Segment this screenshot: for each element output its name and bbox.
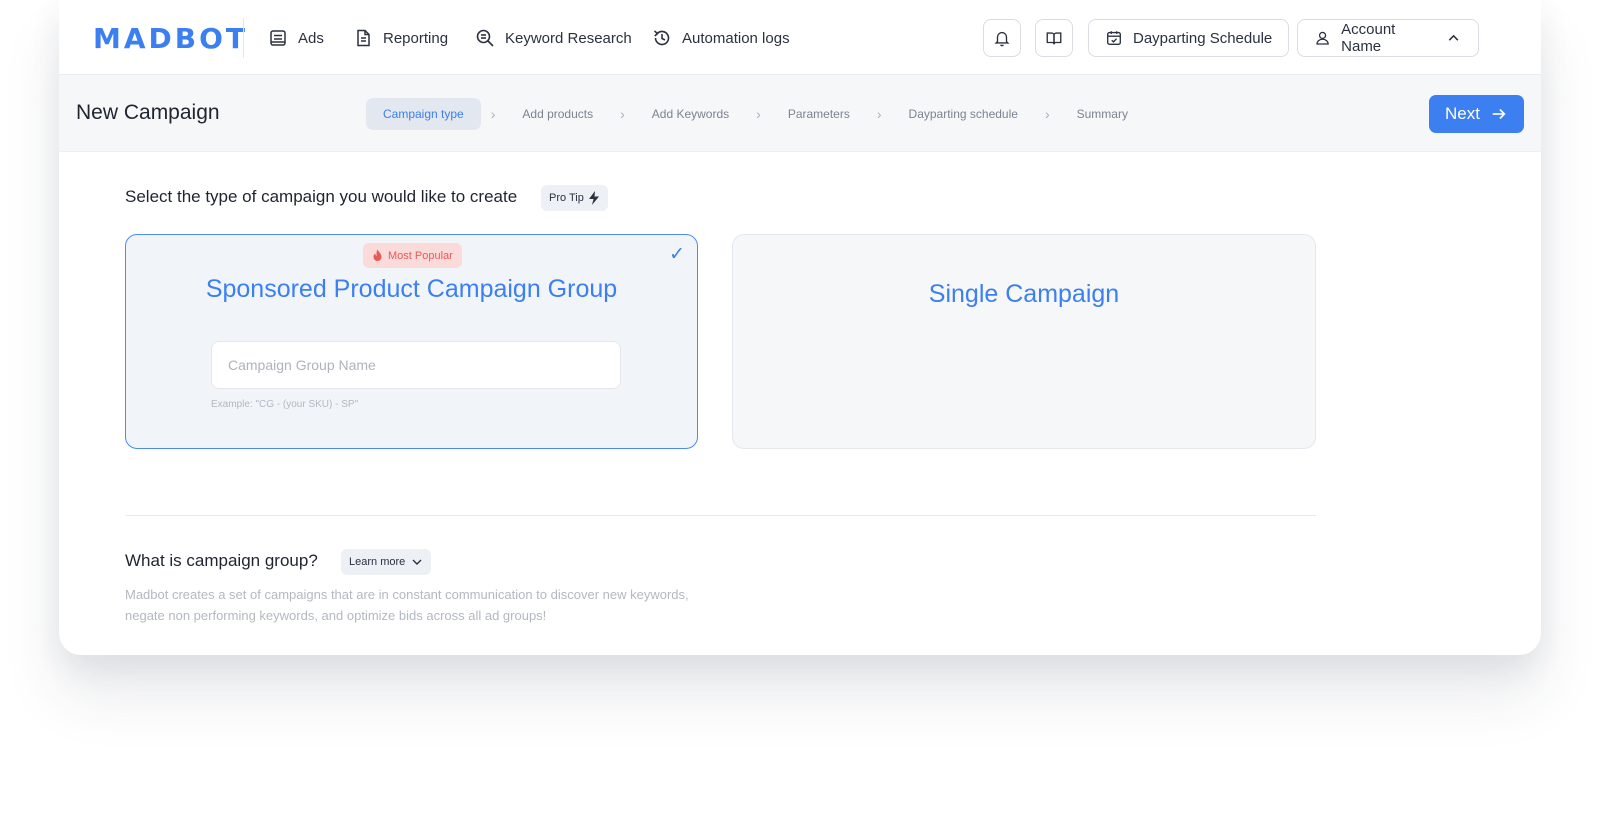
single-campaign-card[interactable]: Single Campaign: [732, 234, 1316, 449]
logo-divider: [243, 18, 244, 58]
nav-item-keyword-research[interactable]: Keyword Research: [475, 25, 632, 51]
dayparting-schedule-button[interactable]: Dayparting Schedule: [1088, 19, 1290, 57]
next-label: Next: [1445, 104, 1480, 123]
account-menu-button[interactable]: Account Name: [1297, 19, 1479, 57]
campaign-group-description: Madbot creates a set of campaigns that a…: [125, 587, 689, 623]
most-popular-badge: Most Popular: [363, 243, 462, 268]
pro-tip-button[interactable]: Pro Tip: [541, 185, 608, 211]
calendar-check-icon: [1107, 31, 1121, 45]
campaign-group-title: Sponsored Product Campaign Group: [205, 275, 618, 303]
step-add-products[interactable]: Add products: [505, 98, 610, 130]
input-example-hint: Example: "CG - (your SKU) - SP": [211, 399, 359, 410]
learn-more-label: Learn more: [349, 556, 406, 568]
document-icon: [357, 29, 370, 47]
nav-item-reporting[interactable]: Reporting: [353, 25, 448, 51]
selected-check-icon: ✓: [669, 244, 685, 265]
arrow-right-icon: [1492, 108, 1506, 120]
history-icon: [653, 30, 670, 46]
nav-label-ads: Ads: [298, 29, 324, 47]
chevron-right-icon: ›: [756, 106, 761, 122]
chevron-right-icon: ›: [876, 106, 882, 122]
nav-item-ads[interactable]: Ads: [268, 25, 324, 51]
page-title: New Campaign: [76, 101, 220, 124]
fire-icon: [373, 249, 382, 261]
section-divider: [125, 515, 1316, 516]
nav-label-reporting: Reporting: [383, 29, 449, 47]
campaign-wizard-header: New Campaign Campaign type › Add product…: [59, 75, 1541, 152]
madbot-logo[interactable]: MADBOT: [93, 22, 248, 55]
logo-text: MADBOT: [93, 22, 249, 55]
next-button[interactable]: Next: [1429, 95, 1524, 133]
step-dayparting-schedule[interactable]: Dayparting schedule: [892, 98, 1035, 130]
ads-icon: [270, 30, 286, 46]
campaign-type-question: Select the type of campaign you would li…: [125, 187, 518, 206]
campaign-group-explainer-title: What is campaign group?: [125, 551, 318, 570]
chevron-right-icon: ›: [490, 106, 496, 122]
book-icon: [1046, 32, 1062, 45]
dayparting-label: Dayparting Schedule: [1133, 29, 1273, 47]
learn-more-button[interactable]: Learn more: [341, 549, 432, 575]
step-add-keywords[interactable]: Add Keywords: [635, 98, 746, 130]
docs-button[interactable]: [1035, 19, 1073, 57]
search-icon: [476, 29, 494, 47]
step-parameters[interactable]: Parameters: [771, 98, 867, 130]
campaign-group-card[interactable]: Most Popular ✓ Sponsored Product Campaig…: [125, 234, 698, 449]
account-name-label: Account Name: [1341, 21, 1396, 55]
nav-label-automation-logs: Automation logs: [682, 29, 790, 47]
nav-item-automation-logs[interactable]: Automation logs: [652, 25, 790, 51]
top-navbar: MADBOT Ads Reporting Keyword Research Au…: [59, 0, 1541, 75]
step-summary[interactable]: Summary: [1060, 98, 1145, 130]
notifications-button[interactable]: [983, 19, 1021, 57]
user-icon: [1316, 31, 1329, 45]
app-window: MADBOT Ads Reporting Keyword Research Au…: [59, 0, 1541, 655]
wizard-stepper: Campaign type › Add products › Add Keywo…: [366, 98, 1145, 130]
bell-icon: [994, 31, 1010, 47]
pro-tip-label: Pro Tip: [549, 192, 584, 204]
campaign-group-name-input[interactable]: [211, 341, 621, 389]
step-campaign-type[interactable]: Campaign type: [366, 98, 481, 130]
chevron-up-icon: [1448, 34, 1459, 41]
chevron-right-icon: ›: [1044, 106, 1050, 122]
chevron-down-icon: [412, 559, 422, 565]
badge-label: Most Popular: [388, 249, 453, 262]
lightning-icon: [588, 191, 599, 205]
nav-label-keyword-research: Keyword Research: [505, 29, 632, 47]
single-campaign-title: Single Campaign: [928, 280, 1120, 308]
chevron-right-icon: ›: [620, 106, 625, 122]
